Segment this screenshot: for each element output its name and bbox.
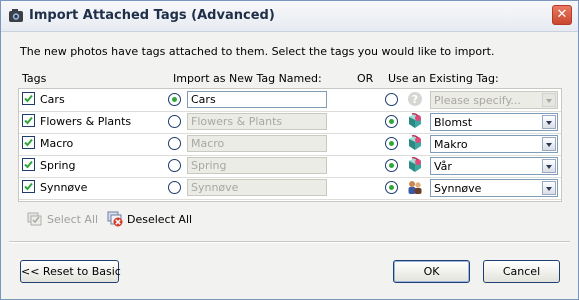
new-tag-name-input[interactable]: Flowers & Plants (187, 113, 327, 130)
existing-tag-select[interactable]: Vår (430, 157, 558, 175)
cancel-button[interactable]: Cancel (483, 260, 560, 283)
tag-name: Synnøve (40, 181, 88, 194)
select-all-icon (27, 212, 42, 226)
dialog-body: The new photos have tags attached to the… (1, 32, 578, 299)
select-all-label: Select All (47, 213, 99, 226)
title-bar: Import Attached Tags (Advanced) ✕ (1, 1, 578, 32)
question-icon: ? (408, 92, 422, 106)
existing-tag-radio[interactable] (385, 93, 398, 106)
svg-text:?: ? (412, 93, 418, 106)
new-tag-radio[interactable] (168, 115, 181, 128)
tag-checkbox[interactable] (22, 114, 35, 127)
chevron-down-icon[interactable] (542, 181, 556, 195)
chevron-down-icon[interactable] (542, 93, 556, 107)
new-tag-name-input[interactable]: Synnøve (187, 179, 327, 196)
reset-to-basic-button[interactable]: << Reset to Basic (20, 260, 121, 283)
close-button[interactable]: ✕ (552, 5, 572, 25)
table-row: Spring Spring Vår (19, 155, 561, 178)
new-tag-radio[interactable] (168, 93, 181, 106)
chevron-down-icon[interactable] (542, 115, 556, 129)
existing-tag-value: Please specify... (434, 94, 521, 107)
window-title: Import Attached Tags (Advanced) (29, 8, 275, 23)
existing-tag-radio[interactable] (385, 159, 398, 172)
tag-import-icon (9, 9, 23, 22)
new-tag-radio[interactable] (168, 181, 181, 194)
table-row: Synnøve Synnøve Synnøve (19, 177, 561, 200)
divider (9, 241, 570, 243)
existing-tag-radio[interactable] (385, 181, 398, 194)
header-existing-tag: Use an Existing Tag: (388, 72, 499, 85)
tag-name: Macro (40, 137, 74, 150)
header-or: OR (357, 72, 374, 85)
existing-tag-select[interactable]: Synnøve (430, 179, 558, 197)
table-row: Flowers & Plants Flowers & Plants Blomst (19, 111, 561, 134)
tags-table: Cars Cars? Please specify... Flowers & Plan… (18, 88, 562, 202)
new-tag-radio[interactable] (168, 137, 181, 150)
existing-tag-radio[interactable] (385, 137, 398, 150)
existing-tag-value: Makro (434, 138, 468, 151)
new-tag-name-input[interactable]: Cars (187, 91, 327, 108)
tag-checkbox[interactable] (22, 180, 35, 193)
existing-tag-select[interactable]: Please specify... (430, 91, 558, 109)
tag-name: Cars (40, 93, 65, 106)
tag-checkbox[interactable] (22, 158, 35, 171)
people-icon (408, 181, 422, 194)
existing-tag-value: Vår (434, 160, 452, 173)
new-tag-name-input[interactable]: Spring (187, 157, 327, 174)
tag-cube-icon (409, 157, 421, 172)
existing-tag-select[interactable]: Makro (430, 135, 558, 153)
header-tags: Tags (22, 72, 47, 85)
tag-checkbox[interactable] (22, 92, 35, 105)
existing-tag-value: Synnøve (434, 182, 482, 195)
close-icon: ✕ (556, 7, 568, 22)
import-tags-dialog: Import Attached Tags (Advanced) ✕ The ne… (0, 0, 579, 300)
new-tag-radio[interactable] (168, 159, 181, 172)
deselect-all-label: Deselect All (127, 213, 193, 226)
chevron-down-icon[interactable] (542, 137, 556, 151)
tag-cube-icon (409, 113, 421, 128)
existing-tag-radio[interactable] (385, 115, 398, 128)
existing-tag-select[interactable]: Blomst (430, 113, 558, 131)
chevron-down-icon[interactable] (542, 159, 556, 173)
deselect-all-icon (107, 211, 123, 227)
header-new-tag: Import as New Tag Named: (173, 72, 322, 85)
tag-checkbox[interactable] (22, 136, 35, 149)
table-row: Macro Macro Makro (19, 133, 561, 156)
ok-button[interactable]: OK (393, 260, 470, 283)
tag-name: Flowers & Plants (40, 115, 132, 128)
table-row: Cars Cars? Please specify... (19, 89, 561, 112)
tag-cube-icon (409, 135, 421, 150)
tag-name: Spring (40, 159, 76, 172)
intro-text: The new photos have tags attached to the… (20, 45, 495, 58)
existing-tag-value: Blomst (434, 116, 473, 129)
new-tag-name-input[interactable]: Macro (187, 135, 327, 152)
